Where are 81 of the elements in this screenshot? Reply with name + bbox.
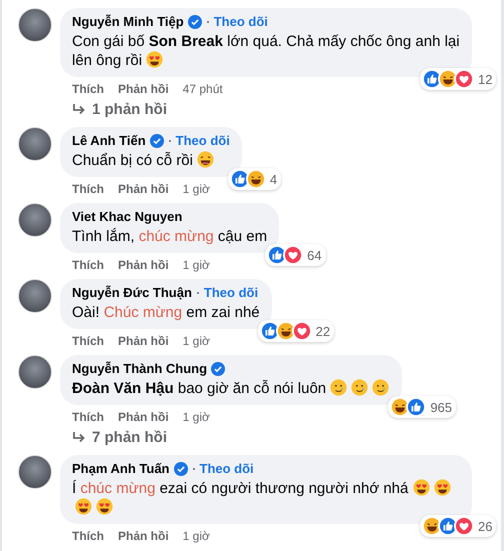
comment-text: Í chúc mừng ezai có người thương người nhớ nhá <box>72 479 460 517</box>
comment-action-link[interactable]: Phản hồi <box>118 181 169 197</box>
like-reaction-icon <box>260 321 280 341</box>
avatar-photo[interactable] <box>18 279 52 313</box>
follow-link[interactable]: Theo dõi <box>214 14 268 30</box>
comment-action-link[interactable]: Phản hồi <box>118 81 169 97</box>
comment-text: Chuẩn bị có cỗ rồi <box>72 151 230 170</box>
haha-reaction-icon <box>438 69 458 89</box>
separator-dot-icon <box>196 292 199 294</box>
follow-link[interactable]: Theo dõi <box>176 133 230 149</box>
comment-action-link[interactable]: Thích <box>72 528 104 544</box>
heart-reaction-icon <box>454 69 474 89</box>
comment-action-link[interactable]: Thích <box>72 257 104 273</box>
heart-eyes-emoji-icon <box>434 479 451 496</box>
like-reaction-icon <box>438 516 458 536</box>
separator-dot-icon <box>168 140 171 142</box>
comment-text: Oài! Chúc mừng em zai nhé <box>72 303 260 322</box>
teary-smile-emoji-icon <box>351 379 368 396</box>
heart-eyes-emoji-icon <box>75 498 92 515</box>
avatar-photo[interactable] <box>18 8 52 42</box>
reaction-summary[interactable]: 64 <box>265 244 326 266</box>
separator-dot-icon <box>206 21 209 23</box>
reaction-count: 965 <box>430 400 452 414</box>
reaction-count: 22 <box>316 324 330 338</box>
reaction-count: 12 <box>478 72 492 86</box>
comment-action-link[interactable]: Phản hồi <box>118 257 169 273</box>
reaction-count: 26 <box>478 518 492 534</box>
comment-time[interactable]: 1 giờ <box>182 409 210 425</box>
follow-link[interactable]: Theo dõi <box>200 461 254 477</box>
separator-dot-icon <box>192 468 194 470</box>
commenter-name[interactable]: Nguyễn Minh Tiệp <box>72 14 184 30</box>
reaction-count: 64 <box>307 248 322 262</box>
avatar-photo[interactable] <box>18 455 52 489</box>
comment-text: Tình lắm, chúc mừng cậu em <box>72 227 268 246</box>
comment-time[interactable]: 47 phút <box>182 81 223 97</box>
comment-action-link[interactable]: Thích <box>72 181 104 197</box>
avatar-photo[interactable] <box>18 127 52 161</box>
view-replies-link[interactable]: 7 phản hồi <box>72 429 167 447</box>
comment-text: Con gái bố Son Break lớn quá. Chả mấy chốc ông anh lại lên ông rồi <box>72 32 460 70</box>
laughing-emoji-icon <box>197 151 214 168</box>
like-reaction-icon <box>422 69 442 89</box>
heart-reaction-icon <box>283 245 304 265</box>
heart-reaction-icon <box>454 516 474 536</box>
teary-smile-emoji-icon <box>330 379 348 396</box>
comment-action-link[interactable]: Phản hồi <box>118 333 169 349</box>
avatar-photo[interactable] <box>18 203 52 237</box>
commenter-name[interactable]: Nguyễn Thành Chung <box>72 361 208 377</box>
heart-eyes-emoji-icon <box>96 498 113 515</box>
reply-arrow-icon <box>72 104 86 116</box>
reaction-summary[interactable]: 965 <box>388 396 456 418</box>
reaction-summary[interactable]: 22 <box>258 320 334 342</box>
reaction-summary[interactable]: 4 <box>228 168 282 190</box>
commenter-name[interactable]: Viet Khac Nguyen <box>72 209 182 225</box>
comment-action-link[interactable]: Phản hồi <box>118 528 169 544</box>
view-replies-link[interactable]: 1 phản hồi <box>72 101 167 119</box>
haha-reaction-icon <box>422 516 442 536</box>
teary-smile-emoji-icon <box>372 379 390 396</box>
avatar-photo[interactable] <box>18 355 52 389</box>
commenter-name[interactable]: Phạm Anh Tuấn <box>72 461 170 477</box>
commenter-name[interactable]: Lê Anh Tiến <box>72 133 146 149</box>
comment-text: Đoàn Văn Hậu bao giờ ăn cỗ nói luôn <box>72 379 390 398</box>
comment-action-link[interactable]: Thích <box>72 333 104 349</box>
comment-action-link[interactable]: Phản hồi <box>118 409 169 425</box>
comment-time[interactable]: 1 giờ <box>182 333 210 349</box>
follow-link[interactable]: Theo dõi <box>204 285 258 301</box>
comment-time[interactable]: 1 giờ <box>182 257 210 273</box>
comment-time[interactable]: 1 giờ <box>182 528 210 544</box>
haha-reaction-icon <box>246 169 266 189</box>
comment-action-link[interactable]: Thích <box>72 81 104 97</box>
heart-eyes-emoji-icon <box>146 51 164 68</box>
commenter-name[interactable]: Nguyễn Đức Thuận <box>72 285 192 301</box>
like-reaction-icon <box>230 169 250 189</box>
reaction-count: 4 <box>270 172 278 186</box>
reply-arrow-icon <box>72 432 86 444</box>
reaction-summary[interactable]: 26 <box>420 515 496 537</box>
heart-reaction-icon <box>292 321 312 341</box>
heart-eyes-emoji-icon <box>412 479 430 496</box>
like-reaction-icon <box>406 397 426 417</box>
comment-action-link[interactable]: Thích <box>72 409 104 425</box>
comment-time[interactable]: 1 giờ <box>182 181 210 197</box>
reaction-summary[interactable]: 12 <box>420 68 496 90</box>
